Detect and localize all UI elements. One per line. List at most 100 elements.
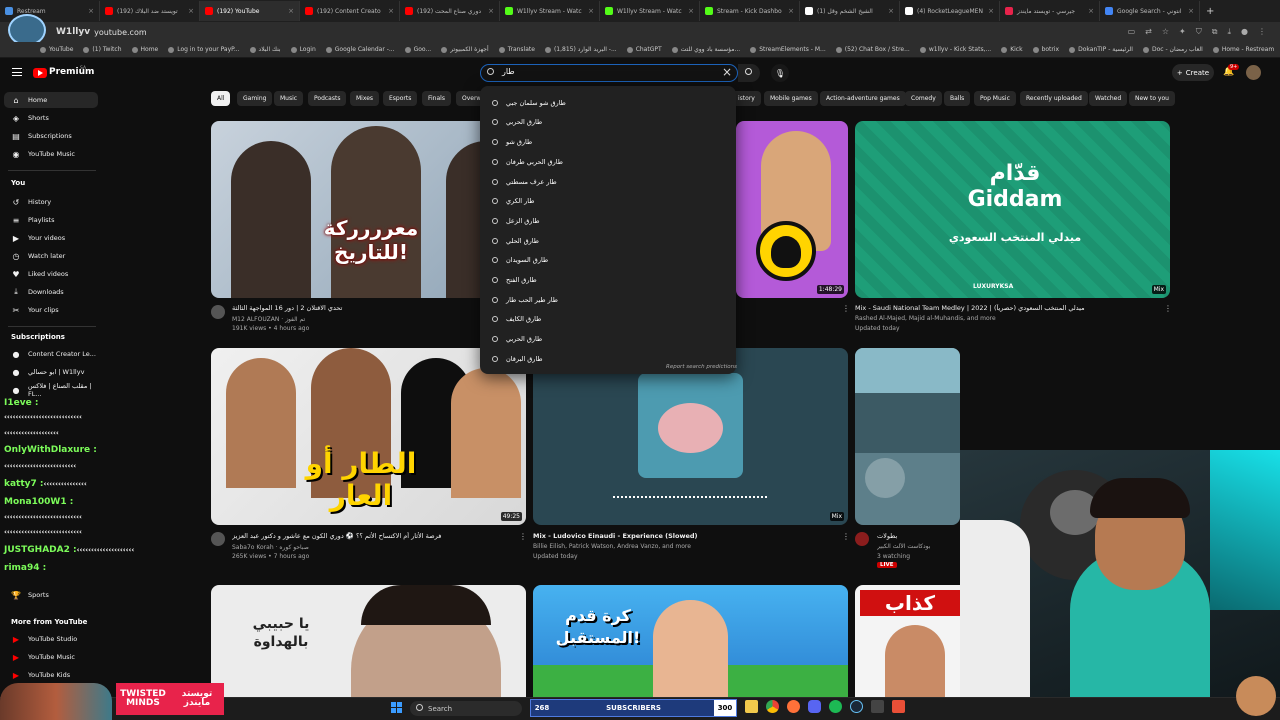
more-actions-icon[interactable]: ⋮ bbox=[1164, 304, 1172, 313]
bookmark-item[interactable]: Goo... bbox=[404, 46, 431, 53]
discord-icon[interactable] bbox=[808, 700, 821, 713]
filter-chip[interactable]: Finals bbox=[422, 91, 451, 106]
sidebar-item-watch-later[interactable]: ◷ Watch later bbox=[4, 248, 98, 264]
chrome-icon[interactable] bbox=[766, 700, 779, 713]
bookmark-item[interactable]: أجهزة الكمبيوتر bbox=[441, 46, 489, 53]
search-suggestion[interactable]: طارق السويدان bbox=[480, 251, 736, 271]
puzzle-icon[interactable]: ⧉ bbox=[1212, 27, 1218, 37]
close-tab-icon[interactable]: × bbox=[388, 7, 394, 15]
filter-chip[interactable]: Mobile games bbox=[764, 91, 818, 106]
steam-icon[interactable] bbox=[850, 700, 863, 713]
bookmark-item[interactable]: DokanTIP - الرئيسية bbox=[1069, 46, 1133, 53]
sidebar-item-your-clips[interactable]: ✂ Your clips bbox=[4, 302, 98, 318]
spotify-icon[interactable] bbox=[829, 700, 842, 713]
bookmark-item[interactable]: Google Calendar -... bbox=[325, 46, 395, 53]
more-actions-icon[interactable]: ⋮ bbox=[519, 532, 527, 541]
sidebar-item-home[interactable]: ⌂ Home bbox=[4, 92, 98, 108]
channel-avatar[interactable] bbox=[211, 532, 225, 546]
bookmark-item[interactable]: Home bbox=[131, 46, 158, 53]
search-input[interactable] bbox=[480, 64, 738, 82]
bookmark-item[interactable]: Log in to your PayP... bbox=[168, 46, 240, 53]
filter-chip[interactable]: Mixes bbox=[350, 91, 380, 106]
sidebar-item-youtube-music[interactable]: ▶ YouTube Music bbox=[4, 649, 98, 665]
create-button[interactable]: + Create bbox=[1172, 64, 1214, 81]
search-suggestion[interactable]: طارق شو سلمان جبي bbox=[480, 93, 736, 113]
bookmark-item[interactable]: StreamElements - M... bbox=[750, 46, 826, 53]
browser-tab[interactable]: (192) YouTube × bbox=[200, 1, 300, 21]
star-icon[interactable]: ☆ bbox=[1162, 27, 1169, 37]
browser-tab[interactable]: (192) تويستد ضد البلاك × bbox=[100, 1, 200, 21]
video-channel[interactable]: بودكاست الألث الكبير bbox=[877, 543, 957, 550]
video-title[interactable]: تحدي الاقتلان 2 | دور 16 المواجهة الثالث… bbox=[232, 304, 472, 312]
account-avatar[interactable] bbox=[1246, 65, 1261, 80]
filter-chip[interactable]: Comedy bbox=[905, 91, 942, 106]
filter-chip[interactable]: Recently uploaded bbox=[1020, 91, 1088, 106]
voice-search-icon[interactable]: 🎙 bbox=[771, 64, 789, 82]
filter-chip[interactable]: New to you bbox=[1129, 91, 1175, 106]
close-tab-icon[interactable]: × bbox=[88, 7, 94, 15]
close-tab-icon[interactable]: × bbox=[688, 7, 694, 15]
bookmark-item[interactable]: Kick bbox=[1001, 46, 1023, 53]
browser-tab[interactable]: (4) RocketLeagueMEN × bbox=[900, 1, 1000, 21]
bookmark-item[interactable]: مؤسسة باد ووي للتت... bbox=[671, 46, 740, 53]
bookmark-item[interactable]: botrix bbox=[1032, 46, 1059, 53]
download-icon[interactable]: ⤓ bbox=[1227, 27, 1231, 37]
close-tab-icon[interactable]: × bbox=[788, 7, 794, 15]
sidebar-subscription-item[interactable]: ● Content Creator Le... bbox=[4, 346, 98, 362]
browser-tab[interactable]: (1) الشيخ الشخم وقل × bbox=[800, 1, 900, 21]
video-channel[interactable]: Saba7o Korah · صباحو كوره bbox=[232, 544, 512, 551]
sidebar-subscription-item[interactable]: ● ابو حسالي | W1llyv bbox=[4, 364, 98, 380]
browser-tab[interactable]: Stream - Kick Dashbo × bbox=[700, 1, 800, 21]
translate-icon[interactable]: ⇄ bbox=[1145, 27, 1152, 37]
profile-avatar-icon[interactable]: ● bbox=[1241, 27, 1248, 37]
video-title[interactable]: بطولات bbox=[877, 532, 957, 540]
search-suggestion[interactable]: طارق الكايف bbox=[480, 310, 736, 330]
close-tab-icon[interactable]: × bbox=[488, 7, 494, 15]
sidebar-item-sports[interactable]: 🏆 Sports bbox=[4, 587, 98, 603]
close-tab-icon[interactable]: × bbox=[888, 7, 894, 15]
sidebar-you-heading[interactable]: You bbox=[11, 179, 25, 187]
filter-chip[interactable]: Pop Music bbox=[974, 91, 1016, 106]
filter-chip[interactable]: Esports bbox=[383, 91, 418, 106]
close-tab-icon[interactable]: × bbox=[988, 7, 994, 15]
video-thumbnail-4[interactable]: الطار أو العار 49:25 bbox=[211, 348, 526, 525]
sidebar-item-downloads[interactable]: ⤓ Downloads bbox=[4, 284, 98, 300]
bookmark-item[interactable]: w1llyv - Kick Stats,... bbox=[919, 46, 991, 53]
filter-chip[interactable]: Balls bbox=[944, 91, 971, 106]
search-suggestion[interactable]: طار عرف مسطتي bbox=[480, 172, 736, 192]
search-suggestion[interactable]: طارق شو bbox=[480, 132, 736, 152]
close-tab-icon[interactable]: × bbox=[588, 7, 594, 15]
search-suggestion[interactable]: طارق الحربي bbox=[480, 113, 736, 133]
video-title[interactable]: Mix - Ludovico Einaudi - Experience (Slo… bbox=[533, 532, 833, 540]
video-channel[interactable]: Rashed Al-Majed, Majid al-Muhandis, and … bbox=[855, 315, 1155, 322]
video-thumbnail-9[interactable]: كذاب bbox=[855, 585, 960, 697]
sidebar-item-youtube-studio[interactable]: ▶ YouTube Studio bbox=[4, 631, 98, 647]
youtube-premium-label[interactable]: Premium bbox=[49, 67, 94, 77]
search-suggestion[interactable]: طار الكري bbox=[480, 192, 736, 212]
sidebar-item-history[interactable]: ↺ History bbox=[4, 194, 98, 210]
youtube-logo-icon[interactable] bbox=[33, 68, 47, 78]
close-tab-icon[interactable]: × bbox=[1088, 7, 1094, 15]
taskbar-search[interactable]: Search bbox=[410, 701, 522, 716]
bookmark-item[interactable]: Doc - العاب رمضان bbox=[1142, 46, 1203, 53]
search-suggestion[interactable]: طارق الفتح bbox=[480, 270, 736, 290]
more-actions-icon[interactable]: ⋮ bbox=[842, 304, 850, 313]
filter-chip[interactable]: All bbox=[211, 91, 231, 106]
app-icon[interactable] bbox=[892, 700, 905, 713]
bookmark-item[interactable]: (1) Twitch bbox=[83, 46, 122, 53]
new-tab-icon[interactable]: + bbox=[1200, 6, 1220, 17]
browser-tab[interactable]: جيرسي - تويستد مايندز × bbox=[1000, 1, 1100, 21]
search-suggestion[interactable]: طارق الحلي bbox=[480, 231, 736, 251]
bookmark-item[interactable]: Login bbox=[290, 46, 316, 53]
filter-chip[interactable]: Podcasts bbox=[308, 91, 347, 106]
url-text[interactable]: youtube.com bbox=[94, 28, 147, 37]
video-title[interactable]: Mix - Saudi National Team Medley | 2022 … bbox=[855, 304, 1155, 312]
address-bar[interactable]: W1llyv youtube.com ▭ ⇄ ☆ ✦ ⛉ ⧉ ⤓ ● ⋮ bbox=[0, 22, 1280, 42]
bookmark-item[interactable]: (52) Chat Box / Stre... bbox=[835, 46, 910, 53]
filter-chip[interactable]: istory bbox=[732, 91, 761, 106]
menu-icon[interactable]: ⋮ bbox=[1258, 27, 1266, 37]
sidebar-item-shorts[interactable]: ◈ Shorts bbox=[4, 110, 98, 126]
search-suggestion[interactable]: طارق الحربي طرفان bbox=[480, 152, 736, 172]
shield-icon[interactable]: ⛉ bbox=[1196, 27, 1202, 37]
windows-start-icon[interactable] bbox=[391, 702, 402, 713]
